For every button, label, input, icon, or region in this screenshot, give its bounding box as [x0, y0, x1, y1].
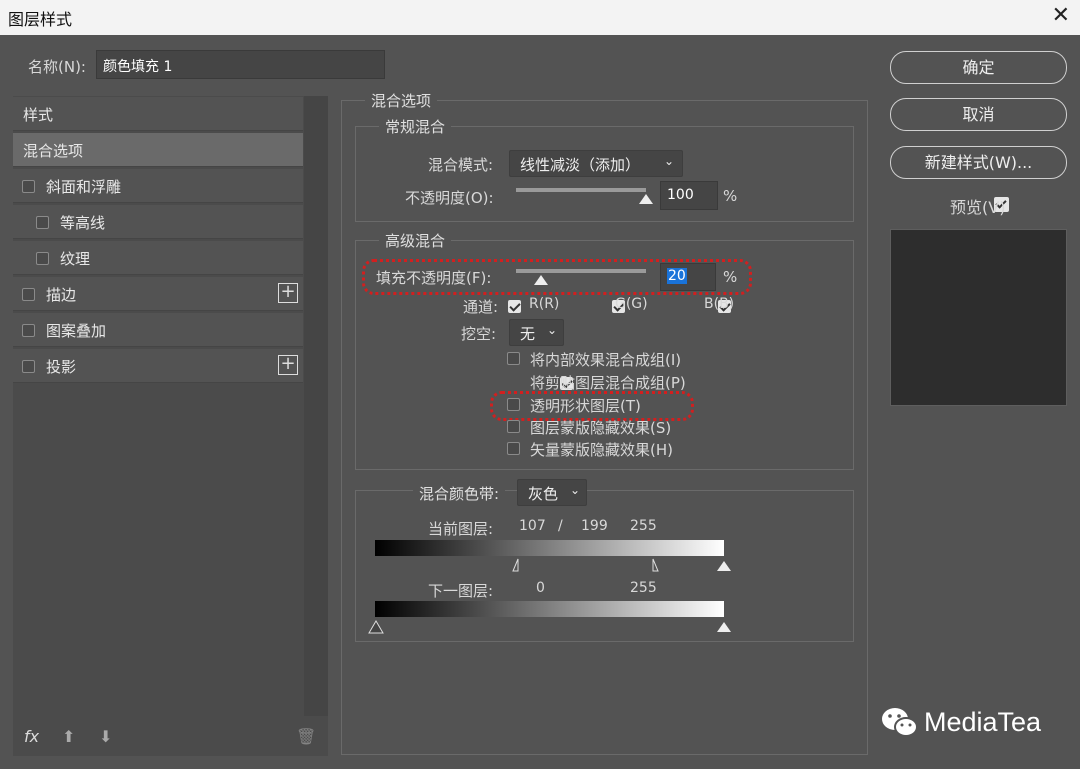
watermark-text: MediaTea — [924, 707, 1042, 737]
checkbox[interactable] — [22, 180, 35, 193]
blend-interior-checkbox[interactable] — [507, 352, 520, 365]
window-title: 图层样式 — [8, 10, 73, 29]
checkbox[interactable] — [36, 252, 49, 265]
sidebar-item-texture[interactable]: 纹理 — [13, 241, 303, 275]
sidebar-item-pattern-overlay[interactable]: 图案叠加 — [13, 313, 303, 347]
current-layer-separator: / — [558, 518, 563, 534]
opacity-slider-track[interactable] — [516, 188, 646, 192]
blend-options-title: 混合选项 — [365, 90, 438, 111]
layer-mask-hides-checkbox[interactable] — [507, 420, 520, 433]
sidebar-item-label: 斜面和浮雕 — [46, 178, 122, 196]
new-style-button[interactable]: 新建样式(W)... — [890, 146, 1067, 179]
current-layer-mid: 199 — [581, 518, 608, 534]
close-icon[interactable]: ✕ — [1052, 3, 1070, 28]
sidebar-item-label: 等高线 — [60, 214, 106, 232]
layer-mask-hides-label: 图层蒙版隐藏效果(S) — [530, 419, 672, 437]
sidebar-header-styles[interactable]: 样式 — [13, 97, 303, 131]
blend-if-group — [355, 490, 854, 642]
name-label: 名称(N): — [28, 58, 86, 76]
opacity-unit: % — [723, 187, 738, 205]
sidebar-item-label: 投影 — [46, 358, 77, 376]
channel-r-label: R(R) — [529, 296, 560, 312]
blend-if-value: 灰色 — [528, 485, 559, 503]
current-layer-split-right-handle[interactable] — [646, 558, 660, 572]
vector-mask-hides-checkbox[interactable] — [507, 442, 520, 455]
underlying-layer-gradient — [375, 601, 724, 617]
cancel-button[interactable]: 取消 — [890, 98, 1067, 131]
name-input[interactable]: 颜色填充 1 — [96, 50, 385, 79]
underlying-layer-label: 下一图层: — [428, 582, 494, 600]
sidebar-item-label: 描边 — [46, 286, 77, 304]
blend-interior-label: 将内部效果混合成组(I) — [530, 351, 682, 369]
title-bar: 图层样式 ✕ — [0, 0, 1080, 35]
fill-opacity-value: 20 — [667, 268, 687, 284]
sidebar-item-bevel-emboss[interactable]: 斜面和浮雕 — [13, 169, 303, 203]
trash-icon[interactable]: 🗑 — [296, 727, 316, 746]
chevron-down-icon: ⌄ — [546, 323, 557, 337]
fill-opacity-slider-thumb[interactable] — [534, 275, 548, 285]
style-preview-swatch — [890, 229, 1067, 406]
blend-if-label: 混合颜色带: — [413, 483, 506, 504]
checkbox[interactable] — [36, 216, 49, 229]
blend-mode-select[interactable]: 线性减淡（添加） ⌄ — [509, 150, 683, 177]
current-layer-split-left-handle[interactable] — [511, 558, 525, 572]
channel-b-label: B(B) — [704, 296, 735, 312]
channel-r-checkbox[interactable] — [508, 300, 521, 313]
sidebar-item-label: 混合选项 — [23, 142, 84, 160]
move-down-icon[interactable]: ⬇ — [99, 727, 112, 746]
blend-mode-label: 混合模式: — [428, 156, 494, 174]
sidebar-header-label: 样式 — [23, 106, 54, 124]
checkbox[interactable] — [22, 288, 35, 301]
general-blending-title: 常规混合 — [379, 116, 452, 137]
checkbox[interactable] — [22, 360, 35, 373]
knockout-select[interactable]: 无 ⌄ — [509, 319, 564, 346]
opacity-input[interactable]: 100 — [660, 181, 718, 210]
fill-opacity-unit: % — [723, 268, 738, 286]
sidebar-item-label: 图案叠加 — [46, 322, 107, 340]
current-layer-low: 107 — [519, 518, 546, 534]
ok-button[interactable]: 确定 — [890, 51, 1067, 84]
blend-mode-value: 线性减淡（添加） — [520, 156, 641, 174]
sidebar-item-stroke[interactable]: 描边 + — [13, 277, 303, 311]
knockout-label: 挖空: — [461, 325, 497, 343]
underlying-layer-high: 255 — [630, 580, 657, 596]
blend-clipped-label: 将剪贴图层混合成组(P) — [530, 374, 686, 392]
opacity-label: 不透明度(O): — [405, 189, 494, 207]
blend-if-select[interactable]: 灰色 ⌄ — [517, 479, 587, 506]
add-stroke-icon[interactable]: + — [278, 283, 298, 303]
underlying-layer-black-handle[interactable] — [368, 620, 384, 638]
chevron-down-icon: ⌄ — [663, 154, 674, 168]
channel-g-label: G(G) — [615, 296, 648, 312]
underlying-layer-low: 0 — [536, 580, 545, 596]
fx-icon[interactable]: fx — [24, 727, 39, 746]
underlying-layer-white-handle[interactable] — [717, 622, 731, 632]
vector-mask-hides-label: 矢量蒙版隐藏效果(H) — [530, 441, 673, 459]
sidebar-item-label: 纹理 — [60, 250, 91, 268]
fill-opacity-label: 填充不透明度(F): — [376, 269, 492, 287]
current-layer-label: 当前图层: — [428, 520, 494, 538]
current-layer-white-handle[interactable] — [717, 561, 731, 571]
move-up-icon[interactable]: ⬆ — [62, 727, 75, 746]
fill-opacity-input[interactable]: 20 — [660, 263, 716, 291]
sidebar-scrollbar[interactable] — [304, 96, 328, 716]
sidebar-item-blend-options[interactable]: 混合选项 — [13, 133, 303, 167]
current-layer-gradient — [375, 540, 724, 556]
sidebar-item-drop-shadow[interactable]: 投影 + — [13, 349, 303, 383]
transparency-shapes-label: 透明形状图层(T) — [530, 397, 641, 415]
preview-label: 预览(V) — [950, 198, 1006, 217]
knockout-value: 无 — [520, 325, 536, 343]
advanced-blending-title: 高级混合 — [379, 230, 452, 251]
sidebar-item-contour[interactable]: 等高线 — [13, 205, 303, 239]
fill-opacity-slider-track[interactable] — [516, 269, 646, 273]
opacity-slider-thumb[interactable] — [639, 194, 653, 204]
transparency-shapes-checkbox[interactable] — [507, 398, 520, 411]
checkbox[interactable] — [22, 324, 35, 337]
chevron-down-icon: ⌄ — [569, 483, 580, 497]
add-drop-shadow-icon[interactable]: + — [278, 355, 298, 375]
wechat-icon — [880, 705, 920, 745]
channels-label: 通道: — [463, 298, 499, 316]
current-layer-high: 255 — [630, 518, 657, 534]
